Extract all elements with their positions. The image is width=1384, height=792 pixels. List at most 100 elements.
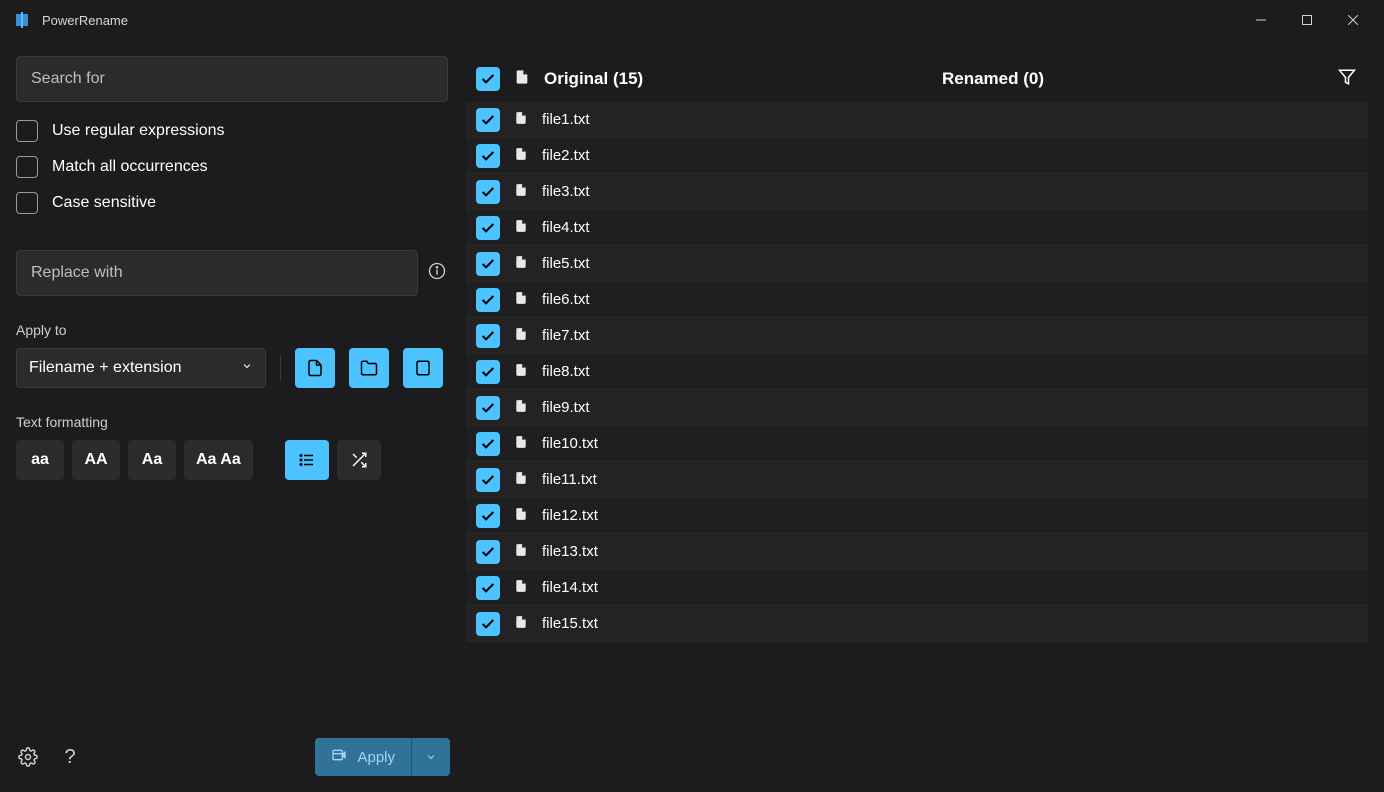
file-row[interactable]: file15.txt	[466, 606, 1368, 642]
file-name: file4.txt	[542, 219, 590, 236]
file-checkbox[interactable]	[476, 360, 500, 384]
file-icon	[514, 110, 528, 130]
capitalize-button[interactable]: Aa Aa	[184, 440, 253, 480]
apply-dropdown-button[interactable]	[412, 738, 450, 776]
list-header: Original (15) Renamed (0)	[466, 56, 1368, 102]
file-row[interactable]: file4.txt	[466, 210, 1368, 246]
info-icon[interactable]	[428, 262, 446, 285]
file-row[interactable]: file9.txt	[466, 390, 1368, 426]
include-folders-button[interactable]	[349, 348, 389, 388]
file-icon	[514, 254, 528, 274]
file-checkbox[interactable]	[476, 432, 500, 456]
file-icon	[514, 614, 528, 634]
include-subfolders-button[interactable]	[403, 348, 443, 388]
file-icon	[514, 182, 528, 202]
randomize-button[interactable]	[337, 440, 381, 480]
match-all-label: Match all occurrences	[52, 158, 208, 176]
minimize-button[interactable]	[1238, 4, 1284, 36]
case-sensitive-label: Case sensitive	[52, 194, 156, 212]
titlecase-button[interactable]: Aa	[128, 440, 176, 480]
file-icon	[514, 326, 528, 346]
file-checkbox[interactable]	[476, 576, 500, 600]
file-icon	[514, 146, 528, 166]
file-checkbox[interactable]	[476, 540, 500, 564]
file-name: file14.txt	[542, 579, 598, 596]
file-checkbox[interactable]	[476, 216, 500, 240]
file-checkbox[interactable]	[476, 180, 500, 204]
file-name: file8.txt	[542, 363, 590, 380]
lowercase-button[interactable]: aa	[16, 440, 64, 480]
apply-to-select[interactable]: Filename + extension	[16, 348, 266, 388]
file-row[interactable]: file14.txt	[466, 570, 1368, 606]
file-list: file1.txt file2.txt file3.txt file4.txt	[466, 102, 1368, 776]
file-name: file10.txt	[542, 435, 598, 452]
file-icon	[514, 578, 528, 598]
enumerate-button[interactable]	[285, 440, 329, 480]
case-sensitive-checkbox[interactable]	[16, 192, 38, 214]
help-button[interactable]: ?	[58, 745, 82, 769]
text-formatting-label: Text formatting	[16, 414, 450, 430]
file-name: file13.txt	[542, 543, 598, 560]
file-name: file7.txt	[542, 327, 590, 344]
file-icon	[514, 398, 528, 418]
close-button[interactable]	[1330, 4, 1376, 36]
regex-checkbox[interactable]	[16, 120, 38, 142]
divider	[280, 355, 281, 381]
replace-input[interactable]	[16, 250, 418, 296]
uppercase-button[interactable]: AA	[72, 440, 120, 480]
file-list-panel: Original (15) Renamed (0) file1.txt file…	[466, 40, 1384, 792]
file-name: file5.txt	[542, 255, 590, 272]
apply-button[interactable]: Apply	[315, 738, 412, 776]
file-row[interactable]: file8.txt	[466, 354, 1368, 390]
file-checkbox[interactable]	[476, 396, 500, 420]
file-row[interactable]: file11.txt	[466, 462, 1368, 498]
search-input[interactable]	[16, 56, 448, 102]
file-name: file12.txt	[542, 507, 598, 524]
file-row[interactable]: file12.txt	[466, 498, 1368, 534]
file-icon	[514, 290, 528, 310]
file-icon	[514, 218, 528, 238]
original-header: Original (15)	[544, 69, 643, 89]
filter-icon[interactable]	[1338, 68, 1356, 91]
regex-label: Use regular expressions	[52, 122, 225, 140]
file-icon	[514, 434, 528, 454]
file-icon	[514, 470, 528, 490]
match-all-checkbox[interactable]	[16, 156, 38, 178]
window-controls	[1238, 4, 1376, 36]
file-row[interactable]: file10.txt	[466, 426, 1368, 462]
file-checkbox[interactable]	[476, 288, 500, 312]
apply-icon	[331, 747, 347, 767]
file-name: file1.txt	[542, 111, 590, 128]
file-checkbox[interactable]	[476, 612, 500, 636]
file-row[interactable]: file1.txt	[466, 102, 1368, 138]
file-icon	[514, 506, 528, 526]
apply-to-label: Apply to	[16, 322, 450, 338]
file-checkbox[interactable]	[476, 144, 500, 168]
file-row[interactable]: file3.txt	[466, 174, 1368, 210]
file-checkbox[interactable]	[476, 108, 500, 132]
sidebar: Use regular expressions Match all occurr…	[0, 40, 466, 792]
file-checkbox[interactable]	[476, 504, 500, 528]
file-row[interactable]: file13.txt	[466, 534, 1368, 570]
apply-to-value: Filename + extension	[29, 359, 182, 377]
file-checkbox[interactable]	[476, 324, 500, 348]
maximize-button[interactable]	[1284, 4, 1330, 36]
file-checkbox[interactable]	[476, 468, 500, 492]
file-name: file11.txt	[542, 471, 597, 488]
file-row[interactable]: file5.txt	[466, 246, 1368, 282]
file-name: file2.txt	[542, 147, 590, 164]
file-name: file3.txt	[542, 183, 590, 200]
file-checkbox[interactable]	[476, 252, 500, 276]
app-icon	[12, 10, 32, 30]
file-row[interactable]: file6.txt	[466, 282, 1368, 318]
include-files-button[interactable]	[295, 348, 335, 388]
titlebar: PowerRename	[0, 0, 1384, 40]
file-row[interactable]: file2.txt	[466, 138, 1368, 174]
file-row[interactable]: file7.txt	[466, 318, 1368, 354]
chevron-down-icon	[241, 359, 253, 377]
select-all-checkbox[interactable]	[476, 67, 500, 91]
file-icon	[514, 542, 528, 562]
settings-button[interactable]	[16, 745, 40, 769]
file-icon	[514, 362, 528, 382]
window-title: PowerRename	[42, 13, 128, 28]
